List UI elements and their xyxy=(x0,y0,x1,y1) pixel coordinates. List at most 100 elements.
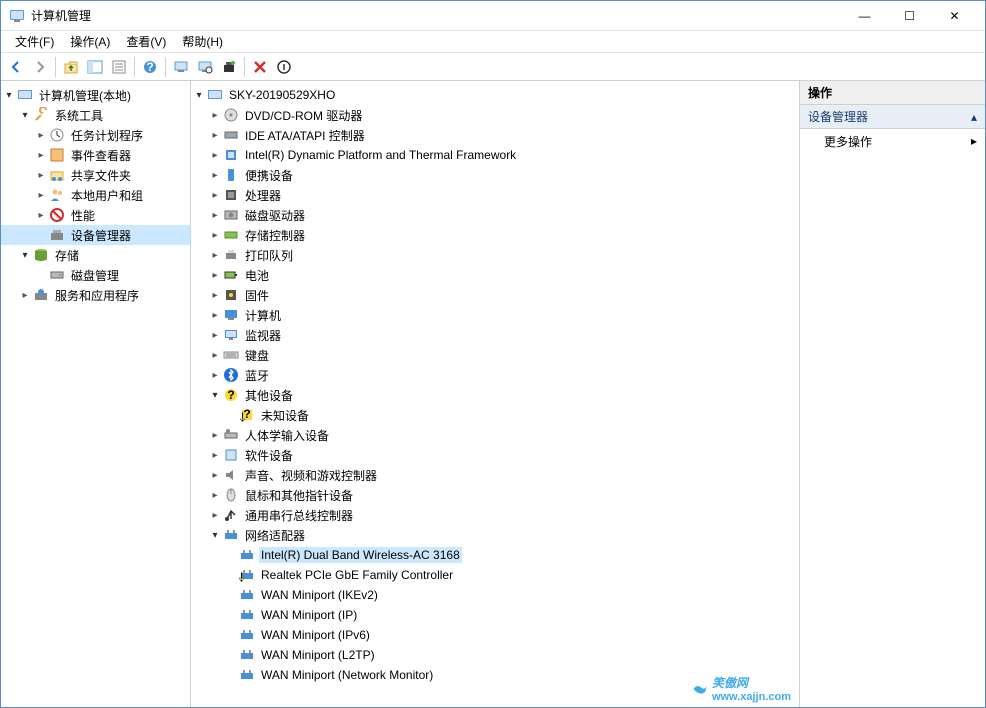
device-category[interactable]: ▸鼠标和其他指针设备 xyxy=(191,485,799,505)
device-category[interactable]: ▸ IDE ATA/ATAPI 控制器 xyxy=(191,125,799,145)
expand-icon[interactable]: ▸ xyxy=(207,105,223,125)
device-category[interactable]: ▸通用串行总线控制器 xyxy=(191,505,799,525)
expand-icon[interactable]: ▸ xyxy=(33,185,49,205)
expand-icon[interactable]: ▸ xyxy=(207,505,223,525)
device-category[interactable]: ▸软件设备 xyxy=(191,445,799,465)
battery-icon xyxy=(223,267,239,283)
expand-icon[interactable]: ▸ xyxy=(207,265,223,285)
collapse-icon[interactable]: ▾ xyxy=(17,245,33,265)
other-devices-icon: ? xyxy=(223,387,239,403)
device-label: IDE ATA/ATAPI 控制器 xyxy=(243,126,367,145)
tree-services-apps[interactable]: ▸ 服务和应用程序 xyxy=(1,285,190,305)
network-adapter[interactable]: WAN Miniport (Network Monitor) xyxy=(191,665,799,685)
collapse-icon[interactable]: ▾ xyxy=(191,85,207,105)
device-label: 键盘 xyxy=(243,346,271,365)
network-adapter[interactable]: WAN Miniport (IKEv2) xyxy=(191,585,799,605)
expand-icon[interactable]: ▸ xyxy=(207,145,223,165)
properties-button[interactable] xyxy=(108,56,130,78)
expand-icon[interactable]: ▸ xyxy=(207,465,223,485)
tree-event-viewer[interactable]: ▸ 事件查看器 xyxy=(1,145,190,165)
scan-hardware-button[interactable] xyxy=(218,56,240,78)
more-actions-item[interactable]: 更多操作 ▸ xyxy=(800,129,985,153)
device-category[interactable]: ▸计算机 xyxy=(191,305,799,325)
expand-icon[interactable]: ▸ xyxy=(17,285,33,305)
device-category[interactable]: ▸便携设备 xyxy=(191,165,799,185)
close-button[interactable]: ✕ xyxy=(932,1,977,31)
minimize-button[interactable]: — xyxy=(842,1,887,31)
expand-icon[interactable]: ▸ xyxy=(207,205,223,225)
back-button[interactable] xyxy=(5,56,27,78)
device-category[interactable]: ▸固件 xyxy=(191,285,799,305)
device-category[interactable]: ▸人体学输入设备 xyxy=(191,425,799,445)
device-category[interactable]: ▸声音、视频和游戏控制器 xyxy=(191,465,799,485)
menu-view[interactable]: 查看(V) xyxy=(118,31,174,52)
expand-icon[interactable]: ▸ xyxy=(207,245,223,265)
expand-icon[interactable]: ▸ xyxy=(207,125,223,145)
users-icon xyxy=(49,187,65,203)
collapse-icon[interactable]: ▾ xyxy=(1,85,17,105)
expand-icon[interactable]: ▸ xyxy=(207,345,223,365)
expand-icon[interactable]: ▸ xyxy=(207,225,223,245)
device-category[interactable]: ▸打印队列 xyxy=(191,245,799,265)
device-category-other[interactable]: ▾ ? 其他设备 xyxy=(191,385,799,405)
tree-root-computer-management[interactable]: ▾ 计算机管理(本地) xyxy=(1,85,190,105)
device-category-network[interactable]: ▾ 网络适配器 xyxy=(191,525,799,545)
network-adapter[interactable]: WAN Miniport (L2TP) xyxy=(191,645,799,665)
menu-file[interactable]: 文件(F) xyxy=(7,31,62,52)
device-category[interactable]: ▸ 键盘 xyxy=(191,345,799,365)
tree-shared-folders[interactable]: ▸ 共享文件夹 xyxy=(1,165,190,185)
device-category[interactable]: ▸处理器 xyxy=(191,185,799,205)
collapse-icon[interactable]: ▾ xyxy=(17,105,33,125)
device-root[interactable]: ▾ SKY-20190529XHO xyxy=(191,85,799,105)
device-unknown[interactable]: !? 未知设备 xyxy=(191,405,799,425)
network-adapter[interactable]: WAN Miniport (IP) xyxy=(191,605,799,625)
maximize-button[interactable]: ☐ xyxy=(887,1,932,31)
expand-icon[interactable]: ▸ xyxy=(207,165,223,185)
tree-storage[interactable]: ▾ 存储 xyxy=(1,245,190,265)
device-category[interactable]: ▸Intel(R) Dynamic Platform and Thermal F… xyxy=(191,145,799,165)
main-area: ▾ 计算机管理(本地) ▾ 系统工具 ▸ 任务计划程序 ▸ 事件查看器 ▸ 共享… xyxy=(1,81,985,707)
keyboard-icon xyxy=(223,347,239,363)
network-adapter[interactable]: !Realtek PCIe GbE Family Controller xyxy=(191,565,799,585)
uninstall-button[interactable] xyxy=(249,56,271,78)
tree-local-users[interactable]: ▸ 本地用户和组 xyxy=(1,185,190,205)
tree-disk-mgmt[interactable]: 磁盘管理 xyxy=(1,265,190,285)
device-category[interactable]: ▸蓝牙 xyxy=(191,365,799,385)
tree-device-manager[interactable]: 设备管理器 xyxy=(1,225,190,245)
show-hide-tree-button[interactable] xyxy=(84,56,106,78)
tree-task-scheduler[interactable]: ▸ 任务计划程序 xyxy=(1,125,190,145)
device-category[interactable]: ▸监视器 xyxy=(191,325,799,345)
collapse-icon[interactable]: ▾ xyxy=(207,385,223,405)
tree-performance[interactable]: ▸ 性能 xyxy=(1,205,190,225)
view-devices-button[interactable] xyxy=(170,56,192,78)
menu-help[interactable]: 帮助(H) xyxy=(174,31,231,52)
expand-icon[interactable]: ▸ xyxy=(207,365,223,385)
expand-icon[interactable]: ▸ xyxy=(207,325,223,345)
expand-icon[interactable]: ▸ xyxy=(207,445,223,465)
menu-action[interactable]: 操作(A) xyxy=(62,31,118,52)
expand-icon[interactable]: ▸ xyxy=(33,205,49,225)
network-adapter[interactable]: WAN Miniport (IPv6) xyxy=(191,625,799,645)
services-icon xyxy=(33,287,49,303)
expand-icon[interactable]: ▸ xyxy=(207,305,223,325)
expand-icon[interactable]: ▸ xyxy=(33,145,49,165)
tree-system-tools[interactable]: ▾ 系统工具 xyxy=(1,105,190,125)
expand-icon[interactable]: ▸ xyxy=(33,125,49,145)
device-category[interactable]: ▸DVD/CD-ROM 驱动器 xyxy=(191,105,799,125)
help-button[interactable]: ? xyxy=(139,56,161,78)
forward-button[interactable] xyxy=(29,56,51,78)
collapse-icon[interactable]: ▾ xyxy=(207,525,223,545)
up-button[interactable] xyxy=(60,56,82,78)
view-resources-button[interactable] xyxy=(194,56,216,78)
expand-icon[interactable]: ▸ xyxy=(207,485,223,505)
expand-icon[interactable]: ▸ xyxy=(207,185,223,205)
device-category[interactable]: ▸电池 xyxy=(191,265,799,285)
expand-icon[interactable]: ▸ xyxy=(207,285,223,305)
device-category[interactable]: ▸存储控制器 xyxy=(191,225,799,245)
expand-icon[interactable]: ▸ xyxy=(207,425,223,445)
expand-icon[interactable]: ▸ xyxy=(33,165,49,185)
actions-section[interactable]: 设备管理器 ▴ xyxy=(800,105,985,129)
network-adapter[interactable]: Intel(R) Dual Band Wireless-AC 3168 xyxy=(191,545,799,565)
device-category[interactable]: ▸磁盘驱动器 xyxy=(191,205,799,225)
disable-button[interactable] xyxy=(273,56,295,78)
